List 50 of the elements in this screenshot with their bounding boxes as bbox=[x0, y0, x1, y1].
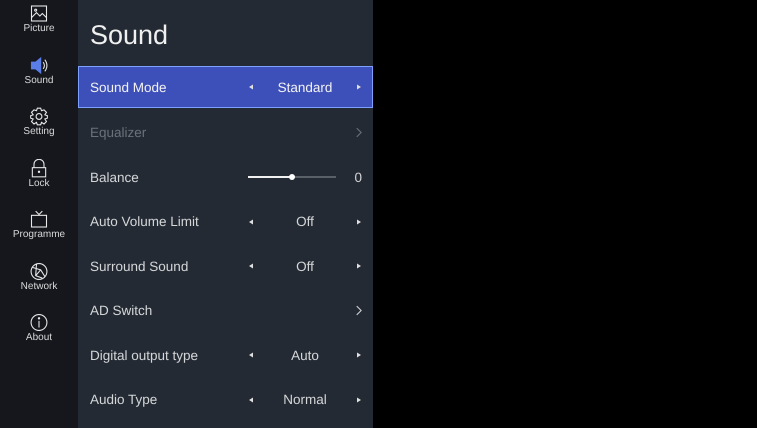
right-arrow-icon[interactable] bbox=[356, 396, 362, 403]
option-value: Off bbox=[295, 258, 315, 274]
menu-item-label: Sound Mode bbox=[90, 80, 167, 94]
option-value: Standard bbox=[276, 80, 334, 94]
right-arrow-icon[interactable] bbox=[356, 352, 362, 358]
menu-item-label: Auto Volume Limit bbox=[90, 214, 199, 230]
right-arrow-icon[interactable] bbox=[356, 84, 362, 90]
speaker-icon bbox=[29, 56, 49, 74]
menu-item[interactable]: Audio Type Normal bbox=[78, 378, 373, 422]
sidebar-item[interactable]: Picture bbox=[0, 3, 78, 54]
sidebar-item[interactable]: About bbox=[0, 312, 78, 364]
sidebar-item[interactable]: Sound bbox=[0, 54, 78, 106]
chevron-right-icon bbox=[355, 305, 362, 316]
sidebar-item[interactable]: Network bbox=[0, 260, 78, 312]
sidebar-item[interactable]: Programme bbox=[0, 209, 78, 260]
menu-item[interactable]: Digital output type Auto bbox=[78, 333, 373, 378]
picture-icon bbox=[29, 4, 49, 23]
sidebar-item[interactable]: Setting bbox=[0, 106, 78, 158]
info-icon bbox=[29, 313, 49, 332]
menu-item[interactable]: AD Switch bbox=[78, 288, 373, 333]
option-value: Off bbox=[295, 214, 315, 230]
chevron-right-icon bbox=[355, 127, 362, 138]
menu-item[interactable]: Auto Volume Limit Off bbox=[78, 200, 373, 244]
panel-title: Sound bbox=[89, 19, 170, 52]
menu-item-label: AD Switch bbox=[90, 303, 152, 318]
lock-icon bbox=[29, 158, 49, 178]
sidebar-item[interactable]: Lock bbox=[0, 158, 78, 209]
right-arrow-icon[interactable] bbox=[356, 263, 362, 270]
menu-item-label: Equalizer bbox=[90, 125, 146, 140]
right-arrow-icon[interactable] bbox=[356, 218, 362, 225]
tv-icon bbox=[29, 210, 49, 229]
menu-item-label: Audio Type bbox=[90, 392, 158, 408]
balance-value: 0 bbox=[353, 170, 362, 185]
menu-item[interactable]: Balance 0 bbox=[78, 155, 373, 200]
settings-icon bbox=[29, 107, 49, 126]
left-arrow-icon[interactable] bbox=[248, 84, 254, 90]
left-arrow-icon[interactable] bbox=[248, 263, 254, 270]
menu-item-label: Digital output type bbox=[90, 348, 198, 363]
option-value: Auto bbox=[290, 348, 320, 363]
menu-item-label: Surround Sound bbox=[90, 258, 188, 274]
menu-item[interactable]: Sound Mode Standard bbox=[78, 66, 373, 108]
slider-thumb[interactable] bbox=[289, 174, 295, 180]
globe-icon bbox=[29, 262, 49, 280]
menu-item[interactable]: Surround Sound Off bbox=[78, 244, 373, 288]
option-value: Normal bbox=[282, 392, 328, 408]
menu-item-label: Balance bbox=[90, 170, 139, 185]
left-arrow-icon[interactable] bbox=[248, 352, 254, 358]
left-arrow-icon[interactable] bbox=[248, 218, 254, 225]
balance-slider[interactable] bbox=[248, 176, 336, 178]
left-arrow-icon[interactable] bbox=[248, 396, 254, 403]
